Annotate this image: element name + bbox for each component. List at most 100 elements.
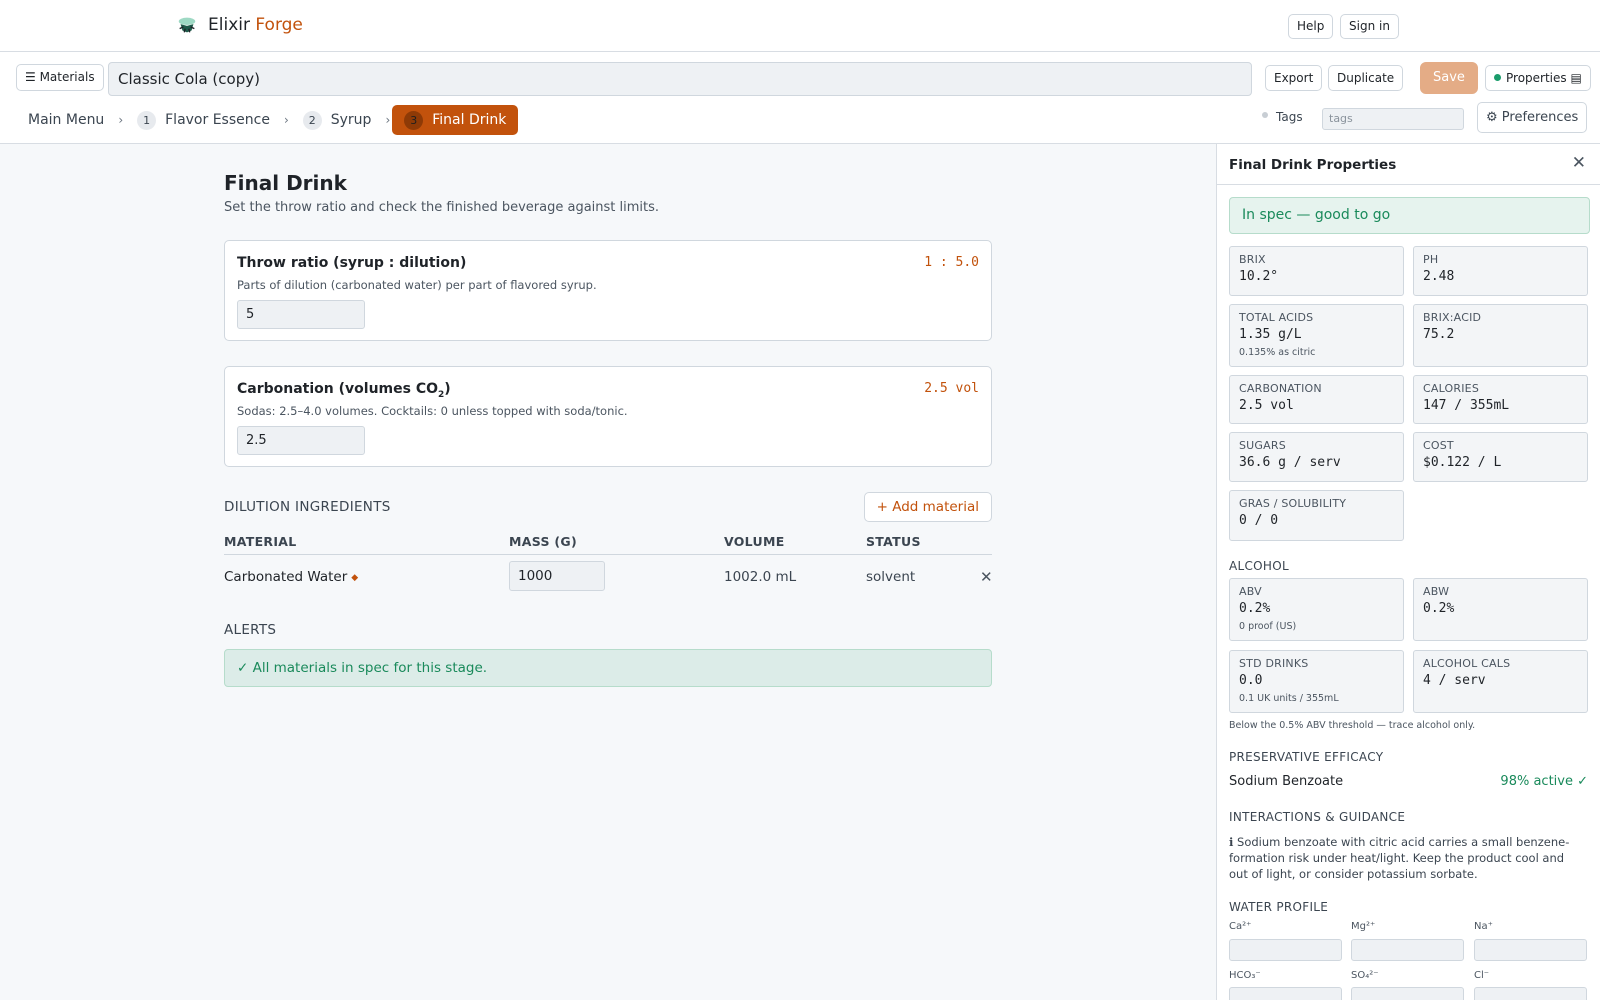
flask-logo-icon [178, 17, 196, 33]
chevron-right-icon: › [385, 113, 391, 127]
tags-input[interactable]: tags [1322, 108, 1464, 130]
stat-label: COST [1423, 439, 1454, 452]
water-input-hco3[interactable] [1229, 987, 1342, 1000]
column-header-mass: MASS (G) [509, 534, 577, 549]
main-content: Final Drink Set the throw ratio and chec… [224, 168, 993, 687]
panel-title: Final Drink Properties [1229, 157, 1397, 173]
alcohol-note: Below the 0.5% ABV threshold — trace alc… [1229, 720, 1476, 731]
preferences-button[interactable]: ⚙ Preferences [1477, 102, 1588, 133]
breadcrumb-main-menu[interactable]: Main Menu [16, 105, 116, 135]
page-subtitle: Set the throw ratio and check the finish… [224, 200, 660, 215]
stat-total-acids: TOTAL ACIDS 1.35 g/L 0.135% as citric [1229, 304, 1404, 367]
stat-cost: COST $0.122 / L [1413, 432, 1588, 482]
stat-label: ALCOHOL CALS [1423, 657, 1511, 670]
step-label: Flavor Essence [165, 112, 270, 128]
stat-value: 4 / serv [1423, 673, 1486, 688]
column-header-volume: VOLUME [724, 534, 785, 549]
tags-label: Tags [1276, 110, 1303, 124]
stat-label: ABW [1423, 585, 1450, 598]
mass-input[interactable]: 1000 [509, 561, 605, 591]
stat-note: 0.135% as citric [1239, 347, 1316, 358]
water-input-ca[interactable] [1229, 939, 1342, 961]
breadcrumb-step-flavor-essence[interactable]: 1 Flavor Essence [125, 105, 282, 135]
step-number: 2 [302, 110, 322, 130]
close-icon[interactable]: ✕ [1572, 153, 1586, 173]
water-label-hco3: HCO₃⁻ [1229, 970, 1261, 981]
row-material[interactable]: Carbonated Water ◆ [224, 569, 358, 585]
save-button[interactable]: Save [1420, 62, 1478, 94]
stat-value: 147 / 355mL [1423, 398, 1510, 413]
water-label-ca: Ca²⁺ [1229, 921, 1252, 932]
preservative-value: 98% active ✓ [1500, 774, 1588, 789]
stat-value: 0.0 [1239, 673, 1263, 688]
stat-label: TOTAL ACIDS [1239, 311, 1314, 324]
stat-value: 0 / 0 [1239, 513, 1279, 528]
stat-gras-solubility: GRAS / SOLUBILITY 0 / 0 [1229, 490, 1404, 541]
stat-label: STD DRINKS [1239, 657, 1309, 670]
properties-button[interactable]: Properties ▤ [1485, 65, 1591, 91]
properties-label: Properties ▤ [1506, 71, 1582, 85]
help-button[interactable]: Help [1288, 14, 1334, 39]
page-title: Final Drink [224, 171, 347, 195]
carbonation-title-end: ) [444, 381, 451, 397]
stat-label: PH [1423, 253, 1439, 266]
stat-value: 0.2% [1239, 601, 1271, 616]
water-profile-title: WATER PROFILE [1229, 900, 1329, 914]
throw-ratio-input[interactable]: 5 [237, 300, 365, 329]
stat-value: 2.5 vol [1239, 398, 1294, 413]
stat-label: GRAS / SOLUBILITY [1239, 497, 1347, 510]
tag-icon [1262, 112, 1268, 118]
add-material-button[interactable]: + Add material [863, 492, 992, 522]
stat-value: 0.2% [1423, 601, 1455, 616]
stat-note: 0 proof (US) [1239, 621, 1297, 632]
materials-button[interactable]: ☰ Materials [16, 64, 104, 91]
step-number: 3 [404, 110, 424, 130]
throw-ratio-desc: Parts of dilution (carbonated water) per… [237, 278, 597, 292]
stat-value: 1.35 g/L [1239, 327, 1302, 342]
row-status: solvent [866, 569, 916, 585]
water-input-na[interactable] [1474, 939, 1587, 961]
stat-value: 2.48 [1423, 269, 1455, 284]
water-label-mg: Mg²⁺ [1351, 921, 1376, 932]
diamond-icon: ◆ [351, 573, 359, 583]
step-number: 1 [137, 110, 157, 130]
stat-brix-acid: BRIX:ACID 75.2 [1413, 304, 1588, 367]
toolbar: ☰ Materials Classic Cola (copy) Export D… [0, 52, 1600, 144]
sign-in-button[interactable]: Sign in [1340, 14, 1399, 39]
breadcrumb-step-final-drink[interactable]: 3 Final Drink [392, 105, 519, 135]
stat-value: $0.122 / L [1423, 455, 1502, 470]
preservative-title: PRESERVATIVE EFFICACY [1229, 750, 1384, 764]
interactions-text: ℹ Sodium benzoate with citric acid carri… [1229, 835, 1570, 881]
carbonation-title-text: Carbonation (volumes CO [237, 381, 439, 397]
remove-row-close-icon[interactable]: ✕ [980, 568, 993, 586]
stat-label: ABV [1239, 585, 1262, 598]
stat-ph: PH 2.48 [1413, 246, 1588, 296]
stat-abw: ABW 0.2% [1413, 578, 1588, 641]
stat-calories: CALORIES 147 / 355mL [1413, 375, 1588, 424]
stat-label: BRIX [1239, 253, 1266, 266]
water-label-na: Na⁺ [1474, 921, 1493, 932]
water-input-mg[interactable] [1351, 939, 1464, 961]
panel-divider [1217, 184, 1600, 185]
breadcrumb: Main Menu › 1 Flavor Essence › 2 Syrup › 3… [16, 104, 519, 136]
top-bar: Elixir Forge Help Sign in [0, 0, 1600, 52]
stat-abv: ABV 0.2% 0 proof (US) [1229, 578, 1404, 641]
water-input-cl[interactable] [1474, 987, 1587, 1000]
alcohol-title: ALCOHOL [1229, 559, 1289, 573]
duplicate-button[interactable]: Duplicate [1328, 65, 1404, 91]
brand-logo[interactable]: Elixir Forge [176, 14, 303, 36]
water-label-cl: Cl⁻ [1474, 970, 1490, 981]
properties-panel: Final Drink Properties ✕ In spec — good … [1216, 144, 1600, 1000]
carbonation-value: 2.5 vol [924, 381, 979, 396]
water-input-so4[interactable] [1351, 987, 1464, 1000]
carbonation-input[interactable]: 2.5 [237, 426, 365, 455]
stat-label: CARBONATION [1239, 382, 1322, 395]
row-volume: 1002.0 mL [724, 569, 797, 585]
carbonation-title: Carbonation (volumes CO2) [237, 381, 451, 400]
export-button[interactable]: Export [1265, 65, 1323, 91]
stat-std-drinks: STD DRINKS 0.0 0.1 UK units / 355mL [1229, 650, 1404, 713]
stat-label: BRIX:ACID [1423, 311, 1482, 324]
breadcrumb-step-syrup[interactable]: 2 Syrup [291, 105, 384, 135]
chevron-right-icon: › [118, 113, 124, 127]
recipe-name-input[interactable]: Classic Cola (copy) [108, 62, 1252, 96]
